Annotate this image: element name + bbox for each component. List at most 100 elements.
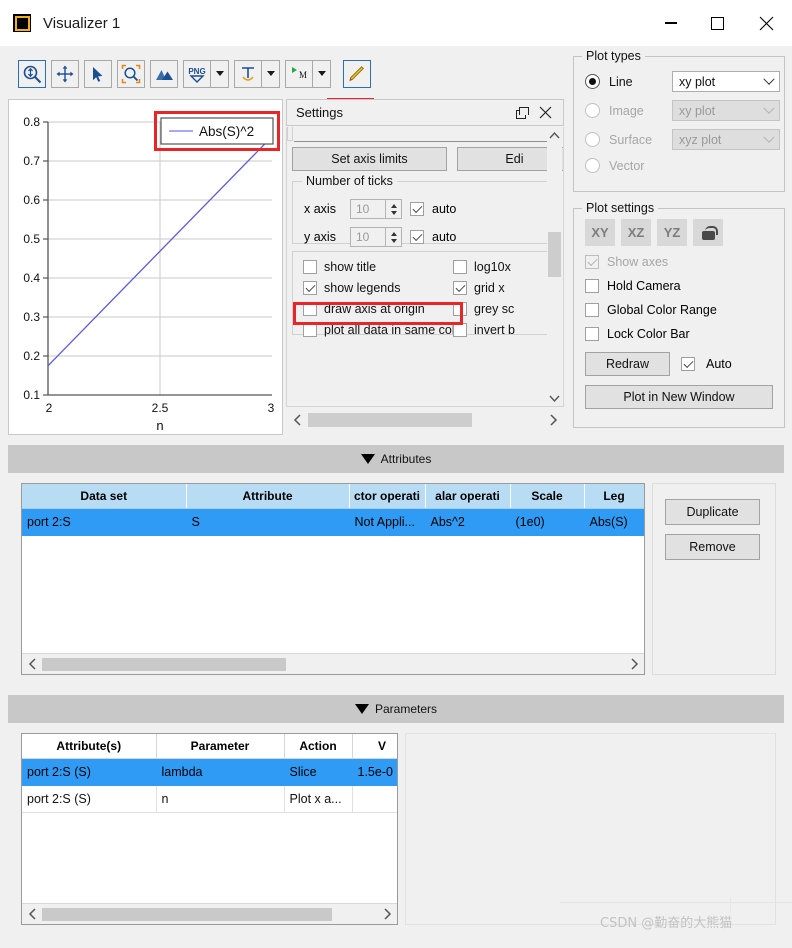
plot-type-image[interactable]: Image xy plot [585, 100, 780, 121]
plot-type-vector[interactable]: Vector [585, 158, 663, 173]
cell-parameter[interactable]: lambda [156, 758, 285, 786]
attributes-collapse-header[interactable]: Attributes [8, 445, 784, 473]
attributes-hscroll-thumb[interactable] [42, 657, 286, 671]
lock-icon[interactable] [693, 219, 723, 246]
close-icon[interactable] [740, 0, 792, 46]
attributes-hscrollbar[interactable] [22, 653, 644, 674]
parameters-collapse-header[interactable]: Parameters [8, 695, 784, 723]
marker-dropdown-arrow[interactable] [313, 59, 331, 88]
col-parameter[interactable]: Parameter [156, 734, 285, 759]
plot-type-surface[interactable]: Surface xyz plot [585, 129, 780, 150]
table-row[interactable]: port 2:S (S) lambda Slice 1.5e-0 [22, 758, 397, 786]
grid-x-checkbox[interactable] [453, 281, 467, 295]
surface-plot-combo[interactable]: xyz plot [672, 129, 780, 150]
scroll-right-icon[interactable] [542, 409, 564, 431]
plot-all-same-color-checkbox[interactable] [303, 323, 317, 337]
pan-icon[interactable] [51, 59, 79, 88]
col-scalar-operation[interactable]: alar operati [425, 484, 511, 509]
cell-data-set[interactable]: port 2:S [22, 508, 187, 536]
settings-hscroll-track[interactable] [308, 413, 542, 427]
table-row[interactable]: port 2:S S Not Appli... Abs^2 (1e0) Abs(… [22, 508, 644, 536]
option-global-color-range[interactable]: Global Color Range [585, 303, 717, 317]
parameters-table[interactable]: Attribute(s) Parameter Action V port 2:S… [21, 733, 398, 925]
option-invert-background[interactable]: invert b [453, 323, 515, 337]
option-show-axes[interactable]: Show axes [585, 255, 668, 269]
cell-attributes[interactable]: port 2:S (S) [22, 785, 157, 813]
log10x-checkbox[interactable] [453, 260, 467, 274]
png-export-icon[interactable]: PNG [183, 59, 211, 88]
float-window-icon[interactable] [510, 102, 532, 124]
col-action[interactable]: Action [284, 734, 353, 759]
text-annotation-icon[interactable] [234, 59, 262, 88]
image-plot-combo[interactable]: xy plot [672, 100, 780, 121]
vector-radio[interactable] [585, 158, 600, 173]
scroll-left-icon[interactable] [22, 654, 42, 674]
hold-camera-checkbox[interactable] [585, 279, 599, 293]
lock-color-bar-checkbox[interactable] [585, 327, 599, 341]
col-value[interactable]: V [352, 734, 397, 759]
cursor-icon[interactable] [84, 59, 112, 88]
scroll-right-icon[interactable] [377, 904, 397, 924]
cell-legend[interactable]: Abs(S) [584, 508, 644, 536]
parameters-hscrollbar[interactable] [22, 903, 397, 924]
surface-radio[interactable] [585, 132, 600, 147]
option-show-title[interactable]: show title [303, 260, 466, 274]
surface-icon[interactable] [150, 59, 178, 88]
scroll-left-icon[interactable] [22, 904, 42, 924]
parameters-hscroll-track[interactable] [42, 907, 377, 921]
show-legends-checkbox[interactable] [303, 281, 317, 295]
remove-button[interactable]: Remove [665, 534, 760, 560]
pencil-edit-icon[interactable] [343, 59, 371, 88]
zoom-region-icon[interactable] [117, 59, 145, 88]
cell-scalar-operation[interactable]: Abs^2 [425, 508, 511, 536]
cell-scale[interactable]: (1e0) [510, 508, 585, 536]
set-axis-limits-button[interactable]: Set axis limits [292, 147, 447, 171]
y-axis-stepper-arrows[interactable] [385, 228, 401, 246]
cell-vector-operation[interactable]: Not Appli... [349, 508, 426, 536]
global-color-range-checkbox[interactable] [585, 303, 599, 317]
cell-value[interactable] [352, 785, 397, 813]
marker-icon[interactable]: M [285, 59, 313, 88]
scroll-right-icon[interactable] [624, 654, 644, 674]
close-icon[interactable] [534, 102, 556, 124]
settings-hscroll-thumb[interactable] [308, 413, 472, 427]
plot-in-new-window-button[interactable]: Plot in New Window [585, 385, 773, 409]
col-legend[interactable]: Leg [584, 484, 644, 509]
scroll-down-icon[interactable] [547, 391, 562, 406]
zoom-in-icon[interactable] [18, 59, 46, 88]
y-axis-ticks-stepper[interactable]: 10 [350, 227, 402, 247]
cell-attribute[interactable]: S [186, 508, 350, 536]
cell-action[interactable]: Slice [284, 758, 353, 786]
chevron-down-icon[interactable] [759, 102, 779, 115]
yz-view-button[interactable]: YZ [657, 219, 687, 246]
option-log10x[interactable]: log10x [453, 260, 515, 274]
table-row[interactable]: port 2:S (S) n Plot x a... [22, 785, 397, 813]
y-axis-auto-checkbox[interactable] [410, 230, 424, 244]
option-grid-x[interactable]: grid x [453, 281, 515, 295]
settings-scroll-thumb[interactable] [548, 232, 561, 277]
option-show-legends[interactable]: show legends [303, 281, 466, 295]
col-attributes[interactable]: Attribute(s) [22, 734, 157, 759]
png-dropdown-arrow[interactable] [211, 59, 229, 88]
scroll-up-icon[interactable] [547, 128, 562, 143]
attributes-table[interactable]: Data set Attribute ctor operati alar ope… [21, 483, 645, 675]
xz-view-button[interactable]: XZ [621, 219, 651, 246]
attributes-hscroll-track[interactable] [42, 657, 624, 671]
settings-vertical-scrollbar[interactable] [547, 128, 562, 406]
parameters-hscroll-thumb[interactable] [42, 907, 332, 921]
plot-type-line[interactable]: Line xy plot [585, 71, 780, 92]
cell-value[interactable]: 1.5e-0 [352, 758, 397, 786]
settings-horizontal-scrollbar[interactable] [286, 409, 564, 431]
cell-action[interactable]: Plot x a... [284, 785, 353, 813]
redraw-button[interactable]: Redraw [585, 352, 670, 376]
col-attribute[interactable]: Attribute [186, 484, 350, 509]
option-lock-color-bar[interactable]: Lock Color Bar [585, 327, 690, 341]
col-scale[interactable]: Scale [510, 484, 585, 509]
option-plot-all-same-color[interactable]: plot all data in same color [303, 323, 466, 337]
plot-canvas[interactable]: 0.8 0.7 0.6 0.5 0.4 0.3 0.2 0.1 2 2.5 3 … [8, 99, 283, 435]
x-axis-ticks-stepper[interactable]: 10 [350, 199, 402, 219]
maximize-icon[interactable] [694, 0, 740, 46]
col-vector-operation[interactable]: ctor operati [349, 484, 426, 509]
line-plot-combo[interactable]: xy plot [672, 71, 780, 92]
duplicate-button[interactable]: Duplicate [665, 499, 760, 525]
